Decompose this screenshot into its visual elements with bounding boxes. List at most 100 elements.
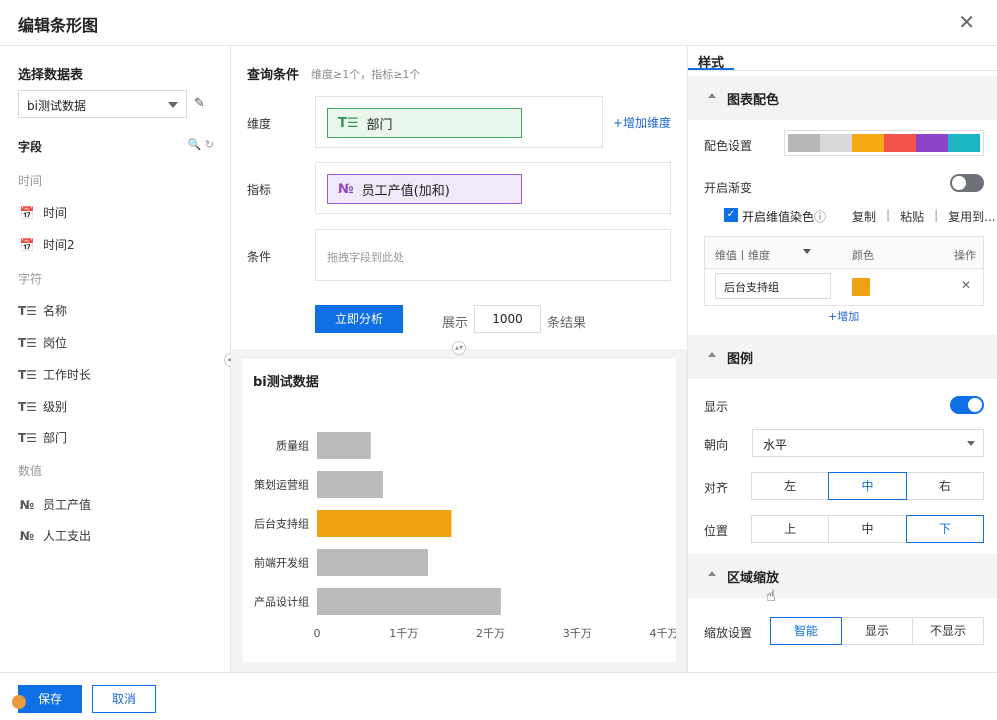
palette-swatch [916, 134, 948, 152]
zoom-show-option[interactable]: 显示 [841, 617, 913, 645]
separator: | [886, 208, 891, 222]
text-field-icon: T☰ [338, 115, 359, 131]
add-dimension-link[interactable]: +增加维度 [613, 114, 671, 131]
field-name: 时间 [43, 206, 68, 220]
dialog-title: 编辑条形图 [18, 16, 99, 35]
table-select[interactable]: bi测试数据 [18, 90, 187, 118]
dimension-label: 维度 [247, 117, 272, 131]
condition-dropzone[interactable]: 拖拽字段到此处 [315, 229, 671, 281]
header-dim: 维值丨维度 [715, 249, 770, 262]
vertical-resize-handle[interactable]: ▴▾ [452, 341, 466, 355]
toggle-knob [952, 176, 966, 190]
field-item[interactable]: № 员工产值 [18, 496, 91, 513]
align-left-option[interactable]: 左 [751, 472, 830, 500]
color-map-header: 维值丨维度 颜色 操作 [705, 237, 983, 269]
dimension-chip[interactable]: T☰ 部门 [327, 108, 522, 138]
copy-button[interactable]: 复制 [852, 208, 876, 225]
field-name: 人工支出 [43, 529, 92, 543]
field-item[interactable]: 📅 时间2 [18, 236, 75, 253]
header-color: 颜色 [852, 249, 874, 262]
legend-orient-select[interactable]: 水平 [752, 429, 984, 457]
show-label: 展示 [442, 316, 469, 331]
section-chart-color[interactable]: 图表配色 [688, 76, 997, 120]
dimension-chip-label: 部门 [366, 117, 393, 133]
bar[interactable] [317, 471, 383, 498]
legend-pos-group: 上 中 下 [751, 515, 984, 543]
field-item[interactable]: 📅 时间 [18, 204, 68, 221]
metric-chip[interactable]: № 员工产值(加和) [327, 174, 522, 204]
bar-chart: 质量组策划运营组后台支持组前端开发组产品设计组 0 1千万 2千万 3千万 4千万 [254, 432, 677, 640]
category-label: 后台支持组 [254, 517, 309, 531]
pos-bottom-option[interactable]: 下 [905, 515, 984, 543]
cancel-button[interactable]: 取消 [92, 685, 156, 713]
dialog-header: 编辑条形图 ✕ [0, 0, 997, 46]
bar[interactable] [317, 510, 452, 537]
status-dot-icon [12, 695, 26, 709]
legend-align-label: 对齐 [704, 481, 729, 495]
query-title: 查询条件 [247, 68, 300, 83]
analyze-button[interactable]: 立即分析 [315, 305, 403, 333]
field-item[interactable]: T☰ 级别 [18, 398, 67, 415]
caret-down-icon[interactable] [803, 249, 811, 254]
add-color-link[interactable]: +增加 [828, 308, 859, 324]
color-swatch[interactable] [852, 278, 870, 296]
info-icon[interactable]: ⓘ [814, 208, 826, 225]
search-refresh-icon[interactable]: 🔍 ↻ [188, 138, 214, 151]
legend-pos-label: 位置 [704, 524, 729, 538]
field-item[interactable]: T☰ 岗位 [18, 334, 67, 351]
gradient-toggle[interactable] [950, 174, 984, 192]
group-label-time: 时间 [18, 174, 43, 188]
bar[interactable] [317, 549, 429, 576]
legend-show-label: 显示 [704, 400, 729, 414]
section-zoom[interactable]: 区域缩放 [688, 554, 997, 598]
field-item[interactable]: № 人工支出 [18, 527, 91, 544]
field-name: 名称 [43, 304, 68, 318]
number-field-icon: № [19, 528, 35, 543]
number-field-icon: № [19, 497, 35, 512]
edit-icon[interactable]: ✎ [194, 96, 205, 111]
group-label-number: 数值 [18, 464, 43, 478]
fields-label: 字段 [18, 140, 43, 154]
dimension-dropzone[interactable]: T☰ 部门 [315, 96, 603, 148]
zoom-hide-option[interactable]: 不显示 [912, 617, 984, 645]
field-item[interactable]: T☰ 工作时长 [18, 366, 91, 383]
zoom-smart-option[interactable]: 智能 [770, 617, 842, 645]
field-item[interactable]: T☰ 部门 [18, 429, 67, 446]
field-item[interactable]: T☰ 名称 [18, 302, 67, 319]
bar[interactable] [317, 588, 501, 615]
save-button[interactable]: 保存 [18, 685, 82, 713]
legend-show-toggle[interactable] [950, 396, 984, 414]
field-name: 级别 [43, 400, 68, 414]
x-tick-label: 4千万 [650, 627, 677, 640]
legend-align-group: 左 中 右 [751, 472, 984, 500]
color-actions: 复制 | 粘贴 | 复用到... [852, 208, 996, 225]
dim-value-input[interactable]: 后台支持组 [715, 273, 831, 299]
x-tick-label: 3千万 [563, 627, 592, 640]
tab-divider [688, 70, 997, 71]
x-tick-label: 0 [314, 627, 321, 640]
pos-middle-option[interactable]: 中 [828, 515, 907, 543]
group-label-string: 字符 [18, 272, 43, 286]
section-legend[interactable]: 图例 [688, 335, 997, 379]
category-label: 前端开发组 [254, 556, 309, 570]
dim-color-checkbox[interactable]: ✓ [724, 208, 738, 222]
dim-color-label: 开启维值染色 [742, 210, 815, 224]
pos-top-option[interactable]: 上 [751, 515, 830, 543]
close-icon[interactable]: ✕ [958, 10, 975, 34]
bar[interactable] [317, 432, 371, 459]
palette-swatch [820, 134, 852, 152]
table-select-value: bi测试数据 [27, 99, 86, 113]
section-title: 区域缩放 [727, 571, 780, 586]
color-palette[interactable] [784, 130, 984, 156]
condition-label: 条件 [247, 250, 272, 264]
field-name: 部门 [43, 431, 68, 445]
paste-button[interactable]: 粘贴 [900, 208, 924, 225]
align-right-option[interactable]: 右 [905, 472, 984, 500]
copy-to-button[interactable]: 复用到... [948, 208, 995, 225]
palette-swatch [884, 134, 916, 152]
delete-icon[interactable]: ✕ [961, 278, 971, 292]
align-center-option[interactable]: 中 [828, 472, 907, 500]
category-label: 策划运营组 [254, 478, 309, 492]
show-count-input[interactable]: 1000 [474, 305, 541, 333]
metric-dropzone[interactable]: № 员工产值(加和) [315, 162, 671, 214]
